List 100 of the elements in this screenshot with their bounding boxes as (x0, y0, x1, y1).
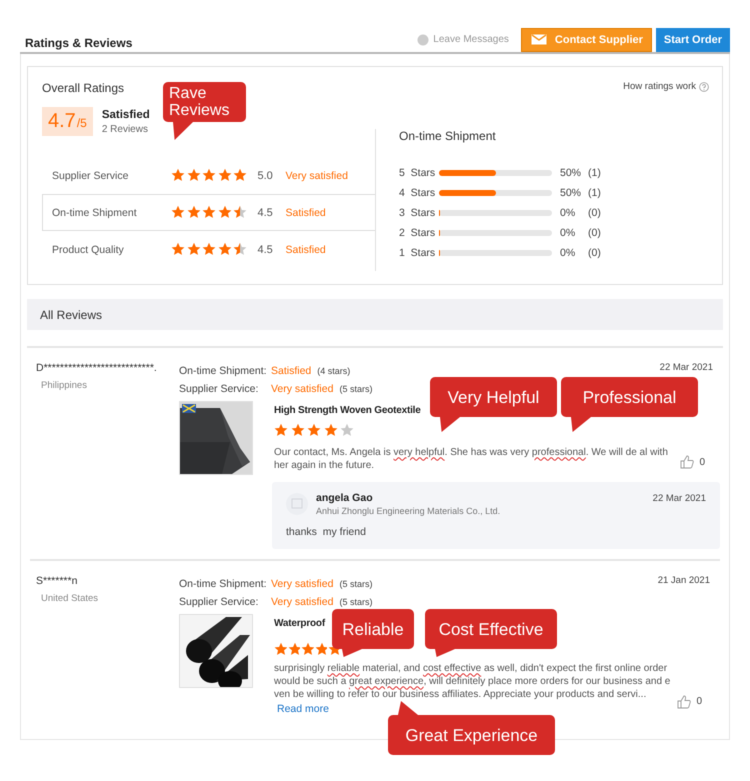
reviewer-country: United States (41, 593, 100, 604)
review-date: 22 Mar 2021 (660, 362, 713, 373)
category-score: 5.0 (258, 170, 274, 182)
percent-text: 50% (560, 187, 582, 199)
star-icon (340, 423, 356, 438)
rating-count: (5 stars) (339, 597, 372, 607)
star-icon (218, 242, 232, 257)
star-icon (202, 168, 216, 183)
callout-label: Great Experience (388, 701, 555, 755)
star-icon (218, 205, 232, 220)
count-text: (1) (588, 167, 601, 179)
chat-icon (417, 34, 430, 46)
star-icon (202, 205, 216, 220)
rating-verdict: Very satisfied (271, 578, 334, 590)
star-icon (307, 423, 322, 438)
percent-text: 0% (560, 207, 576, 219)
count-text: (0) (588, 207, 601, 219)
reviewer-country: Philippines (41, 380, 88, 391)
order-button[interactable]: Start Order (656, 28, 730, 52)
star-icon (171, 168, 186, 183)
callout-label: Reliable (332, 609, 414, 657)
percent-text: 0% (560, 227, 576, 239)
rating-count: (5 stars) (339, 579, 372, 589)
star-icon (274, 423, 290, 438)
star-label: 1 Stars (399, 247, 436, 259)
count-text: (1) (588, 187, 601, 199)
rating-verdict: Very satisfied (271, 596, 334, 608)
product-title: High Strength Woven Geotextile (274, 405, 421, 416)
reply-author: angela Gao (316, 492, 374, 504)
rating-verdict: Satisfied (271, 365, 312, 377)
star-icon (290, 423, 306, 438)
mail-icon (530, 34, 547, 45)
category-row[interactable]: Product Quality 4.5 Satisfied (42, 231, 376, 268)
category-verdict: Satisfied (286, 244, 326, 256)
avatar-icon (286, 493, 308, 515)
read-more-link[interactable]: Read more (277, 702, 329, 714)
like-count: 0 (696, 696, 702, 707)
category-name: Supplier Service (52, 170, 130, 182)
like-count: 0 (699, 456, 705, 468)
reply-text: thanks my friend (286, 526, 367, 538)
overall-verdict: Satisfied (102, 108, 150, 120)
star-label: 2 Stars (399, 227, 436, 239)
star-icon (186, 242, 201, 257)
section-title: Ratings & Reviews (25, 34, 134, 50)
reply-date: 22 Mar 2021 (652, 493, 706, 504)
rating-label: On-time Shipment: (179, 578, 268, 590)
category-name: On-time Shipment (52, 206, 138, 218)
product-title: Waterproof (274, 618, 325, 629)
category-verdict: Satisfied (286, 206, 326, 218)
category-row[interactable]: Supplier Service 5.0 Very satisfied (42, 157, 376, 194)
count-text: (0) (588, 227, 601, 239)
help-link[interactable]: How ratings work (623, 81, 709, 92)
thumbs-up-icon[interactable] (680, 455, 694, 469)
category-name: Product Quality (52, 244, 125, 256)
star-icon (314, 642, 327, 654)
thumbs-up-icon[interactable] (677, 694, 692, 708)
star-label: 5 Stars (399, 167, 436, 179)
rating-count: (5 stars) (339, 384, 372, 394)
distribution-title: On-time Shipment (399, 129, 497, 143)
star-icon (218, 168, 232, 183)
all-reviews-bar: All Reviews (27, 299, 723, 330)
callout-label: Professional (561, 377, 698, 432)
category-score: 4.5 (258, 244, 274, 256)
reviewer-name: D***************************. (36, 362, 158, 374)
star-label: 3 Stars (399, 207, 436, 219)
star-icon (186, 168, 201, 183)
star-label: 4 Stars (399, 187, 436, 199)
star-icon (202, 242, 216, 257)
star-icon (233, 168, 248, 183)
star-icon (233, 205, 248, 220)
rating-label: Supplier Service: (179, 596, 260, 608)
callout-label: Rave Reviews (163, 82, 246, 140)
review-text: surprisingly reliable material, and cost effective as well, didn't expect the first online order would be such a great experience, will definitely place more orders for our business and even be willing to refer to our business affiliates. Appreciate your products and servi... (274, 662, 672, 700)
star-icon (233, 242, 248, 257)
review-text: Our contact, Ms. Angela is very helpful. She has was very professional. We will de al with her again in the future. (274, 446, 669, 472)
score-badge: 4.7/5 (42, 107, 93, 136)
review-date: 21 Jan 2021 (658, 575, 710, 586)
reviewer-name: S*******n (36, 575, 78, 587)
help-icon (699, 82, 709, 92)
rating-verdict: Very satisfied (271, 383, 334, 395)
percent-text: 50% (560, 167, 582, 179)
star-icon (274, 642, 286, 654)
count-text: (0) (588, 247, 601, 259)
callout-label: Very Helpful (430, 377, 557, 432)
category-verdict: Very satisfied (286, 170, 348, 182)
percent-text: 0% (560, 247, 576, 259)
reply-company: Anhui Zhonglu Engineering Materials Co., Ltd. (316, 506, 500, 516)
star-icon (171, 205, 186, 220)
star-icon (171, 242, 186, 257)
category-row[interactable]: On-time Shipment 4.5 Satisfied (42, 194, 376, 231)
star-icon (301, 642, 314, 654)
category-score: 4.5 (258, 206, 274, 218)
rating-count: (4 stars) (317, 366, 350, 376)
star-icon (324, 423, 339, 438)
star-icon (186, 205, 201, 220)
star-icon (288, 642, 300, 654)
panel-heading: Overall Ratings (42, 81, 124, 95)
rating-label: On-time Shipment: (179, 365, 268, 377)
rating-label: Supplier Service: (179, 383, 260, 395)
review-count: 2 Reviews (102, 124, 149, 134)
